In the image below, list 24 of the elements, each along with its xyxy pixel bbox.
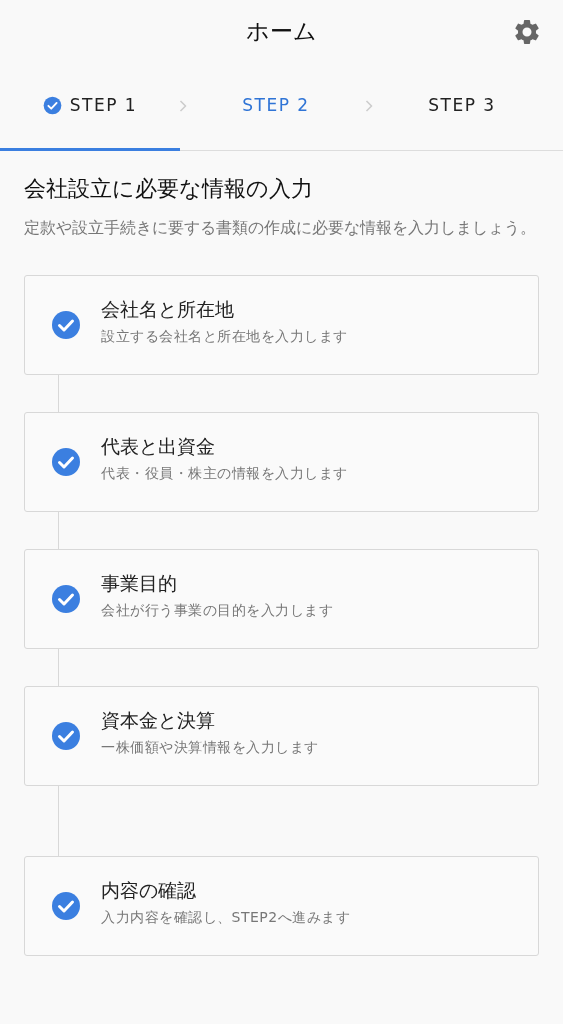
task-card[interactable]: 代表と出資金 代表・役員・株主の情報を入力します bbox=[24, 412, 539, 512]
task-title: 資本金と決算 bbox=[101, 707, 216, 733]
section-description: 定款や設立手続きに要する書類の作成に必要な情報を入力しましょう。 bbox=[24, 217, 537, 239]
task-card[interactable]: 内容の確認 入力内容を確認し、STEP2へ進みます bbox=[24, 856, 539, 956]
page-title: ホーム bbox=[246, 16, 317, 46]
task-subtitle: 代表・役員・株主の情報を入力します bbox=[101, 464, 348, 483]
settings-icon[interactable] bbox=[512, 17, 542, 47]
task-title: 事業目的 bbox=[101, 570, 178, 596]
chevron-icon bbox=[365, 100, 373, 112]
task-subtitle: 入力内容を確認し、STEP2へ進みます bbox=[101, 908, 351, 927]
section-title: 会社設立に必要な情報の入力 bbox=[24, 175, 314, 203]
task-subtitle: 一株価額や決算情報を入力します bbox=[101, 738, 319, 757]
task-card[interactable]: 資本金と決算 一株価額や決算情報を入力します bbox=[24, 686, 539, 786]
task-title: 会社名と所在地 bbox=[101, 296, 235, 322]
chevron-icon bbox=[179, 100, 187, 112]
task-title: 代表と出資金 bbox=[101, 433, 216, 459]
step-tab[interactable]: STEP 2 bbox=[186, 62, 366, 151]
step-tab[interactable]: STEP 1 bbox=[0, 62, 180, 151]
task-card[interactable]: 会社名と所在地 設立する会社名と所在地を入力します bbox=[24, 275, 539, 375]
task-title: 内容の確認 bbox=[101, 877, 197, 903]
step-tab[interactable]: STEP 3 bbox=[372, 62, 552, 151]
task-subtitle: 会社が行う事業の目的を入力します bbox=[101, 601, 333, 620]
task-card[interactable]: 事業目的 会社が行う事業の目的を入力します bbox=[24, 549, 539, 649]
task-subtitle: 設立する会社名と所在地を入力します bbox=[101, 327, 348, 346]
